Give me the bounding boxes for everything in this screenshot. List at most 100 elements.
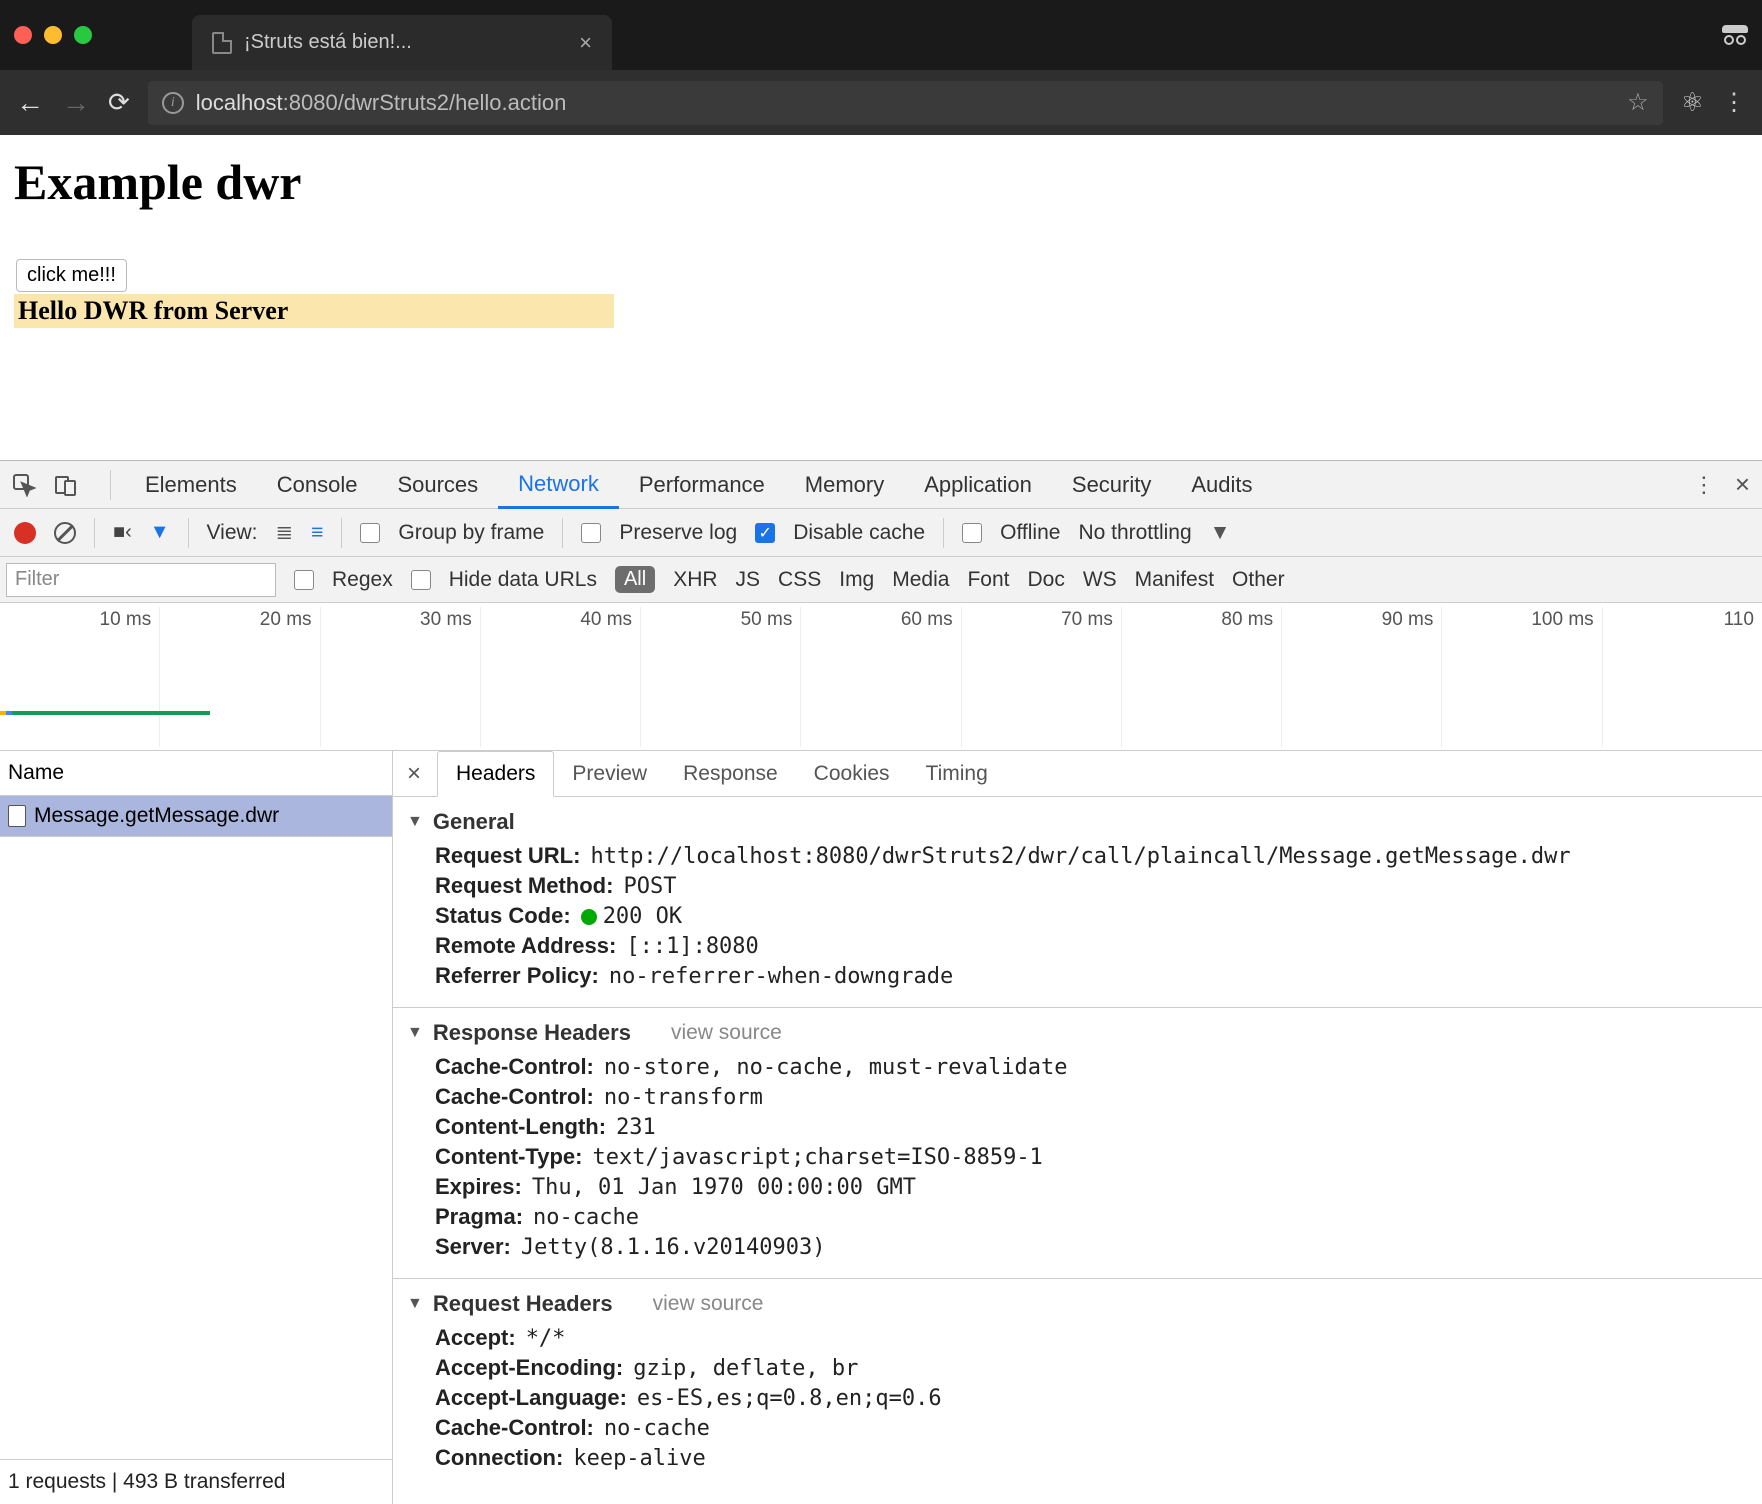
kv-value: gzip, deflate, br [633,1356,858,1381]
kv-value: Thu, 01 Jan 1970 00:00:00 GMT [532,1175,916,1200]
browser-menu-icon[interactable]: ⋮ [1722,88,1746,117]
throttling-caret-icon[interactable]: ▼ [1210,521,1231,545]
detail-tab-preview[interactable]: Preview [554,751,665,797]
click-me-button[interactable]: click me!!! [16,259,127,292]
reload-button[interactable]: ⟳ [108,87,130,118]
hide-data-urls-checkbox[interactable] [411,570,431,590]
tab-application[interactable]: Application [904,461,1052,509]
maximize-window-button[interactable] [74,26,92,44]
filter-type-xhr[interactable]: XHR [673,568,717,592]
hide-data-urls-label: Hide data URLs [449,568,597,592]
timeline-tick: 90 ms [1282,607,1442,747]
kv-key: Server: [435,1234,511,1260]
timeline-tick: 60 ms [801,607,961,747]
address-bar[interactable]: i localhost:8080/dwrStruts2/hello.action… [148,81,1663,125]
tab-audits[interactable]: Audits [1171,461,1272,509]
incognito-icon [1722,25,1748,45]
filter-type-ws[interactable]: WS [1083,568,1117,592]
filter-input[interactable]: Filter [6,563,276,597]
separator [188,518,189,548]
collapse-icon[interactable]: ▼ [407,813,423,831]
filter-type-doc[interactable]: Doc [1027,568,1064,592]
kv-value: no-cache [533,1205,639,1230]
disable-cache-label: Disable cache [793,521,925,545]
regex-checkbox[interactable] [294,570,314,590]
site-info-icon[interactable]: i [162,92,184,114]
tab-elements[interactable]: Elements [125,461,257,509]
request-list-header[interactable]: Name [0,751,392,796]
page-icon [212,32,232,54]
tab-performance[interactable]: Performance [619,461,785,509]
tab-security[interactable]: Security [1052,461,1171,509]
close-details-icon[interactable]: × [401,760,427,788]
inspect-element-icon[interactable] [12,473,36,497]
devtools-panel: Elements Console Sources Network Perform… [0,460,1762,1504]
clear-button[interactable] [54,522,76,544]
kv-key: Accept-Encoding: [435,1355,623,1381]
server-message: Hello DWR from Server [14,294,614,328]
group-by-frame-checkbox[interactable] [360,523,380,543]
group-by-frame-label: Group by frame [398,521,544,545]
tab-console[interactable]: Console [257,461,378,509]
record-button[interactable] [14,522,36,544]
minimize-window-button[interactable] [44,26,62,44]
filter-type-css[interactable]: CSS [778,568,821,592]
detail-tab-timing[interactable]: Timing [908,751,1006,797]
kv-key: Accept-Language: [435,1385,627,1411]
collapse-icon[interactable]: ▼ [407,1024,423,1042]
view-source-link[interactable]: view source [653,1292,764,1316]
view-source-link[interactable]: view source [671,1021,782,1045]
page-heading: Example dwr [14,153,1748,211]
kv-key: Referrer Policy: [435,963,599,989]
filter-type-all[interactable]: All [615,566,655,593]
view-waterfall-icon[interactable]: ≡ [311,521,323,545]
section-title: Response Headers [433,1020,631,1046]
network-timeline[interactable]: 10 ms 20 ms 30 ms 40 ms 50 ms 60 ms 70 m… [0,603,1762,751]
request-row[interactable]: Message.getMessage.dwr [0,796,392,837]
close-window-button[interactable] [14,26,32,44]
bookmark-star-icon[interactable]: ☆ [1627,88,1649,117]
close-tab-icon[interactable]: × [579,30,592,56]
forward-button[interactable]: → [62,87,90,119]
separator [341,518,342,548]
throttling-select[interactable]: No throttling [1078,521,1191,545]
devtools-tabs: Elements Console Sources Network Perform… [0,461,1762,509]
disable-cache-checkbox[interactable]: ✓ [755,523,775,543]
timeline-labels: 10 ms 20 ms 30 ms 40 ms 50 ms 60 ms 70 m… [0,607,1762,747]
tab-sources[interactable]: Sources [377,461,498,509]
page-content: Example dwr click me!!! Hello DWR from S… [0,135,1762,346]
back-button[interactable]: ← [16,87,44,119]
kv-value: 200 OK [581,904,682,929]
screenshot-icon[interactable]: ■‹ [113,521,132,544]
preserve-log-checkbox[interactable] [581,523,601,543]
tab-memory[interactable]: Memory [785,461,904,509]
kv-key: Request URL: [435,843,580,869]
kv-key: Status Code: [435,903,571,929]
filter-type-img[interactable]: Img [839,568,874,592]
filter-toggle-icon[interactable]: ▼ [150,521,170,544]
kv-value: text/javascript;charset=ISO-8859-1 [592,1145,1042,1170]
detail-tab-headers[interactable]: Headers [437,751,554,797]
detail-tab-cookies[interactable]: Cookies [796,751,908,797]
timeline-bar [0,711,210,715]
filter-type-font[interactable]: Font [967,568,1009,592]
offline-checkbox[interactable] [962,523,982,543]
filter-type-js[interactable]: JS [736,568,761,592]
network-body: Name Message.getMessage.dwr 1 requests |… [0,751,1762,1504]
section-general: ▼General Request URL:http://localhost:80… [393,797,1762,1008]
collapse-icon[interactable]: ▼ [407,1295,423,1313]
devtools-close-icon[interactable]: × [1735,469,1750,500]
device-toggle-icon[interactable] [54,473,78,497]
network-toolbar: ■‹ ▼ View: ≣ ≡ Group by frame Preserve l… [0,509,1762,557]
extension-atom-icon[interactable]: ⚛ [1681,87,1704,118]
browser-tab[interactable]: ¡Struts está bien!... × [192,15,612,70]
filter-type-manifest[interactable]: Manifest [1135,568,1214,592]
view-list-icon[interactable]: ≣ [276,520,294,545]
devtools-menu-icon[interactable]: ⋮ [1693,472,1715,498]
filter-type-other[interactable]: Other [1232,568,1285,592]
filter-type-media[interactable]: Media [892,568,949,592]
timeline-tick: 80 ms [1122,607,1282,747]
kv-value: http://localhost:8080/dwrStruts2/dwr/cal… [590,844,1570,869]
detail-tab-response[interactable]: Response [665,751,796,797]
tab-network[interactable]: Network [498,461,619,509]
